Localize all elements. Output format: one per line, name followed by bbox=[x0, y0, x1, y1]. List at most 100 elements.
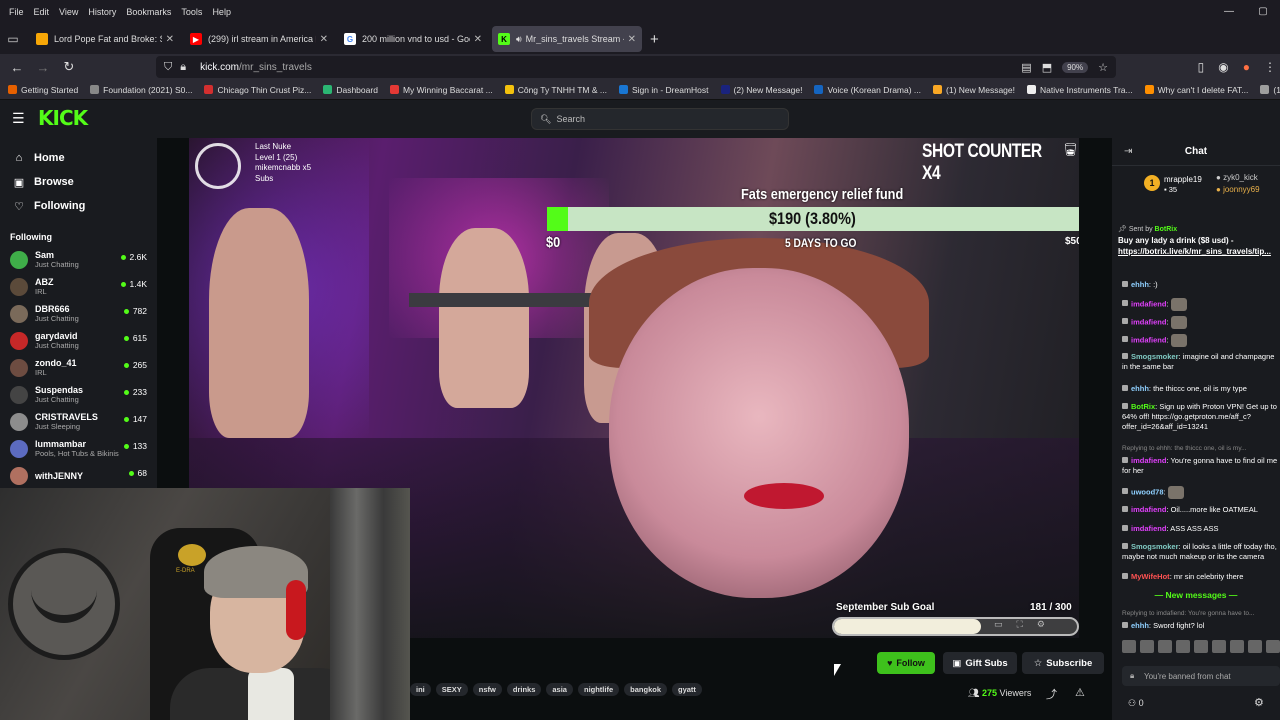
shield-icon[interactable]: ⛉ bbox=[164, 61, 172, 74]
close-icon[interactable]: ✕ bbox=[474, 34, 482, 45]
more-icon[interactable]: ⋮ bbox=[1264, 60, 1276, 74]
chat-username[interactable]: ehhh bbox=[1131, 621, 1149, 630]
theater-icon[interactable]: ▭ bbox=[994, 619, 1017, 629]
chat-username[interactable]: BotRix bbox=[1131, 402, 1155, 411]
sidebar-icon[interactable]: ▯ bbox=[1198, 60, 1205, 74]
bookmark-item[interactable]: Native Instruments Tra... bbox=[1027, 85, 1133, 95]
close-icon[interactable]: ✕ bbox=[628, 34, 636, 45]
tab-list-icon[interactable]: ▭ bbox=[0, 32, 26, 46]
menu-history[interactable]: History bbox=[88, 7, 116, 17]
account-icon[interactable]: ◉ bbox=[1218, 60, 1228, 74]
gifter-name[interactable]: mrapple19 bbox=[1164, 175, 1202, 184]
chat-username[interactable]: imdafiend bbox=[1131, 317, 1166, 326]
forward-icon[interactable]: → bbox=[30, 60, 56, 75]
new-messages-divider[interactable]: — New messages — bbox=[1112, 590, 1280, 600]
bookmark-item[interactable]: Sign in - DreamHost bbox=[618, 85, 709, 95]
tab-3[interactable]: K 🔊︎ Mr_sins_travels Stream - W ✕ bbox=[492, 26, 642, 52]
tag-chip[interactable]: nsfw bbox=[472, 683, 502, 696]
reader-icon[interactable]: ▤ bbox=[1021, 61, 1031, 74]
following-item[interactable]: withJENNY 68 bbox=[0, 462, 157, 489]
emote-icon[interactable] bbox=[1122, 640, 1136, 653]
tag-chip[interactable]: bangkok bbox=[624, 683, 667, 696]
chat-username[interactable]: ehhh bbox=[1131, 384, 1149, 393]
bookmark-item[interactable]: (1) New Message! bbox=[1260, 85, 1280, 95]
tag-chip[interactable]: drinks bbox=[506, 683, 542, 696]
tab-2[interactable]: G 200 million vnd to usd - Google ✕ bbox=[338, 26, 488, 52]
settings-icon[interactable]: ⚙ bbox=[1254, 696, 1264, 709]
tag-chip[interactable]: nightlife bbox=[577, 683, 620, 696]
url-bar[interactable]: ⛉ 🔒︎ kick.com/mr_sins_travels ▤ ⬒ 90% ☆ bbox=[156, 56, 1116, 78]
sidebar-item-home[interactable]: ⌂ Home bbox=[0, 146, 157, 170]
bookmark-item[interactable]: (1) New Message! bbox=[933, 85, 1015, 95]
chat-username[interactable]: uwood78 bbox=[1131, 487, 1164, 496]
star-icon[interactable]: ☆ bbox=[1098, 61, 1108, 74]
emote-icon[interactable] bbox=[1266, 640, 1280, 653]
bookmark-item[interactable]: (2) New Message! bbox=[720, 85, 802, 95]
close-icon[interactable]: ✕ bbox=[320, 34, 328, 45]
following-item[interactable]: Sam Just Chatting 2.6K bbox=[0, 246, 157, 273]
tag-chip[interactable]: ini bbox=[410, 683, 431, 696]
back-icon[interactable]: ← bbox=[4, 60, 30, 75]
chat-points[interactable]: ⚇ 0 bbox=[1128, 698, 1144, 709]
bookmark-item[interactable]: Voice (Korean Drama) ... bbox=[814, 85, 921, 95]
sidebar-item-browse[interactable]: ▣ Browse bbox=[0, 170, 157, 194]
bookmark-item[interactable]: Chicago Thin Crust Piz... bbox=[204, 85, 311, 95]
follow-button[interactable]: ♥ Follow bbox=[877, 652, 935, 674]
save-icon[interactable]: ⬒ bbox=[1042, 61, 1052, 74]
menu-bookmarks[interactable]: Bookmarks bbox=[126, 7, 171, 17]
chat-username[interactable]: MyWifeHot bbox=[1131, 572, 1170, 581]
menu-tools[interactable]: Tools bbox=[181, 7, 202, 17]
emote-icon[interactable] bbox=[1230, 640, 1244, 653]
tab-0[interactable]: Lord Pope Fat and Broke: Saigo ✕ bbox=[30, 26, 180, 52]
extension-icon[interactable]: ● bbox=[1243, 60, 1250, 74]
share-icon[interactable]: ⤴ bbox=[1046, 686, 1057, 702]
sidebar-item-following[interactable]: ♡ Following bbox=[0, 194, 157, 218]
tag-chip[interactable]: SEXY bbox=[435, 683, 468, 696]
lock-icon[interactable]: 🔒︎ bbox=[180, 61, 186, 74]
search-input[interactable]: 🔍︎ Search bbox=[531, 108, 789, 130]
chat-username[interactable]: imdafiend bbox=[1131, 524, 1166, 533]
emote-icon[interactable] bbox=[1176, 640, 1190, 653]
chat-username[interactable]: Smogsmoker bbox=[1131, 542, 1179, 551]
bookmark-item[interactable]: My Winning Baccarat ... bbox=[389, 85, 493, 95]
kick-logo[interactable]: KICK bbox=[38, 106, 88, 130]
zoom-level[interactable]: 90% bbox=[1062, 61, 1089, 73]
bookmark-item[interactable]: Dashboard bbox=[323, 85, 378, 95]
following-item[interactable]: DBR666 Just Chatting 782 bbox=[0, 300, 157, 327]
following-item[interactable]: garydavid Just Chatting 615 bbox=[0, 327, 157, 354]
following-item[interactable]: ABZ IRL 1.4K bbox=[0, 273, 157, 300]
chat-username[interactable]: Smogsmoker bbox=[1131, 352, 1179, 361]
menu-edit[interactable]: Edit bbox=[34, 7, 50, 17]
fullscreen-icon[interactable]: ⛶ bbox=[1017, 619, 1037, 629]
menu-help[interactable]: Help bbox=[212, 7, 231, 17]
chat-username[interactable]: ehhh bbox=[1131, 280, 1149, 289]
gifter-name[interactable]: ● zyk0_kick bbox=[1216, 173, 1258, 182]
tab-1[interactable]: ▶ (299) irl stream in America 🇺🇸 D ✕ bbox=[184, 26, 334, 52]
settings-icon[interactable]: ⚙ bbox=[1037, 619, 1059, 629]
following-item[interactable]: zondo_41 IRL 265 bbox=[0, 354, 157, 381]
menu-icon[interactable]: ☰ bbox=[12, 110, 26, 126]
menu-view[interactable]: View bbox=[59, 7, 78, 17]
collapse-chat-icon[interactable]: ⇥ bbox=[1124, 146, 1132, 157]
emote-icon[interactable] bbox=[1194, 640, 1208, 653]
chat-username[interactable]: imdafiend bbox=[1131, 456, 1166, 465]
minimize-icon[interactable]: — bbox=[1212, 0, 1246, 24]
following-item[interactable]: CRISTRAVELS Just Sleeping 147 bbox=[0, 408, 157, 435]
new-tab-icon[interactable]: + bbox=[650, 31, 659, 48]
chat-username[interactable]: imdafiend bbox=[1131, 299, 1166, 308]
reload-icon[interactable]: ↻ bbox=[56, 59, 82, 75]
gifter-name[interactable]: ● joonnyy69 bbox=[1216, 185, 1260, 194]
emote-icon[interactable] bbox=[1158, 640, 1172, 653]
menu-file[interactable]: File bbox=[9, 7, 24, 17]
report-icon[interactable]: ⚠ bbox=[1075, 686, 1085, 699]
emote-icon[interactable] bbox=[1248, 640, 1262, 653]
following-item[interactable]: Suspendas Just Chatting 233 bbox=[0, 381, 157, 408]
subscribe-button[interactable]: ☆ Subscribe bbox=[1022, 652, 1104, 674]
pinned-link[interactable]: https://botrix.live/k/mr_sins_travels/ti… bbox=[1118, 247, 1271, 256]
chat-username[interactable]: imdafiend bbox=[1131, 505, 1166, 514]
bookmark-item[interactable]: Công Ty TNHH TM & ... bbox=[504, 85, 607, 95]
chat-input[interactable]: You're banned from chat bbox=[1122, 666, 1280, 686]
close-icon[interactable]: ✕ bbox=[166, 34, 174, 45]
emote-icon[interactable] bbox=[1212, 640, 1226, 653]
gift-subs-button[interactable]: ▣ Gift Subs bbox=[943, 652, 1017, 674]
